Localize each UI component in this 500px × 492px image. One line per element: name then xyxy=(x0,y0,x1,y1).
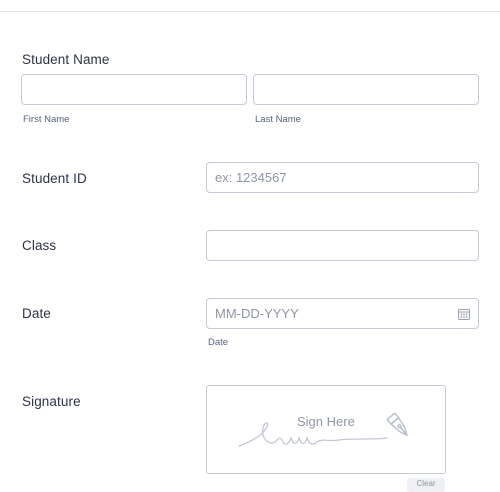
date-label: Date xyxy=(22,306,51,321)
student-id-placeholder: ex: 1234567 xyxy=(215,170,287,185)
class-label: Class xyxy=(22,238,57,253)
calendar-icon[interactable] xyxy=(458,308,470,320)
signature-pad[interactable]: Sign Here xyxy=(206,385,446,474)
top-divider xyxy=(0,11,500,12)
class-input[interactable] xyxy=(206,230,479,261)
date-placeholder: MM-DD-YYYY xyxy=(215,306,299,321)
date-sublabel: Date xyxy=(208,337,229,348)
date-input[interactable]: MM-DD-YYYY xyxy=(206,298,479,329)
signature-label: Signature xyxy=(22,394,81,409)
pen-nib-icon xyxy=(386,412,408,437)
student-id-label: Student ID xyxy=(22,171,87,186)
first-name-sublabel: First Name xyxy=(23,114,70,125)
student-id-input[interactable]: ex: 1234567 xyxy=(206,162,479,193)
first-name-input[interactable] xyxy=(21,74,247,105)
last-name-sublabel: Last Name xyxy=(255,114,301,125)
last-name-input[interactable] xyxy=(253,74,479,105)
clear-signature-button[interactable]: Clear xyxy=(407,478,445,492)
student-name-label: Student Name xyxy=(22,52,110,67)
